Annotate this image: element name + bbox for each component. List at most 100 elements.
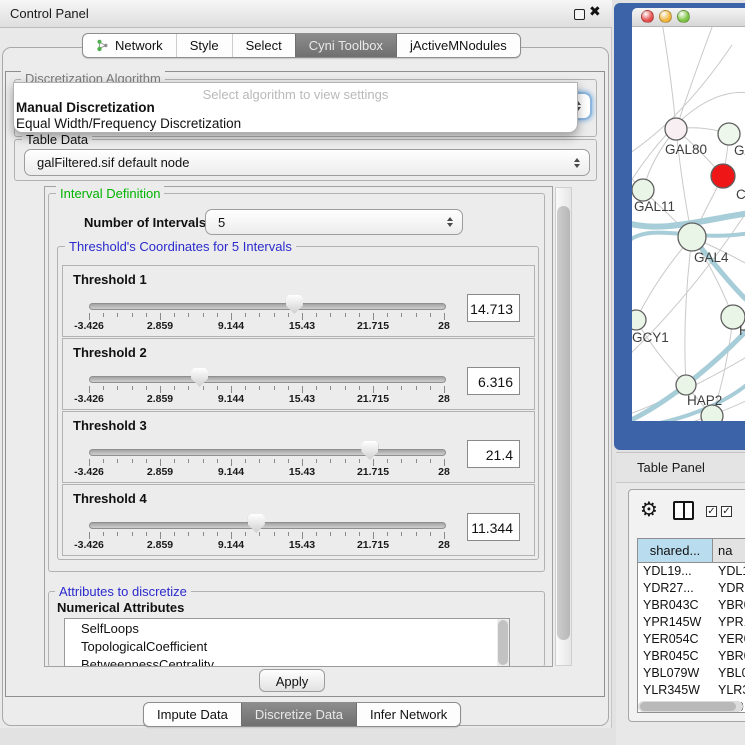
cell-shared-name: YBR043C (643, 598, 699, 612)
algorithm-dropdown-popup: Select algorithm to view settings Manual… (13, 82, 578, 133)
tick-label: -3.426 (61, 393, 117, 405)
network-canvas[interactable]: GAL80GACGAL11GAL4GCY1HHAP2 (632, 27, 745, 421)
tab-style[interactable]: Style (176, 34, 232, 57)
tab-select[interactable]: Select (232, 34, 295, 57)
threshold-value-input[interactable]: 14.713 (467, 294, 520, 322)
slider-tick (387, 532, 388, 536)
table-row[interactable]: YDL19...YDL1 (638, 563, 745, 580)
table-row[interactable]: YBL079WYBL0 (638, 665, 745, 682)
network-node[interactable] (718, 123, 740, 145)
horizontal-scrollbar-thumb[interactable] (640, 702, 736, 711)
tab-infer-network[interactable]: Infer Network (356, 703, 460, 726)
threshold-row: Threshold 2-3.4262.8599.14415.4321.71528… (62, 338, 535, 410)
algorithm-option[interactable]: Equal Width/Frequency Discretization (16, 116, 241, 131)
slider-tick (359, 459, 360, 463)
vertical-scrollbar-thumb[interactable] (557, 206, 570, 640)
slider-tick (330, 386, 331, 390)
screenshot-root: Control Panel ✖ NetworkStyleSelectCyni T… (0, 0, 745, 745)
threshold-value-input[interactable]: 21.4 (467, 440, 520, 468)
attribute-list-item[interactable]: SelfLoops (81, 621, 139, 636)
threshold-value-input[interactable]: 11.344 (467, 513, 520, 541)
network-node[interactable] (632, 179, 654, 201)
numerical-attributes-list[interactable]: SelfLoops TopologicalCoefficient Betweenne… (64, 618, 510, 667)
checkbox-icon[interactable]: ✓ (706, 506, 717, 517)
apply-button[interactable]: Apply (259, 669, 325, 692)
tab-network[interactable]: Network (83, 34, 176, 57)
cell-shared-name: YLR345W (643, 683, 700, 697)
tab-cyni-toolbox[interactable]: Cyni Toolbox (295, 34, 396, 57)
table-row[interactable]: YER054CYER0 (638, 631, 745, 648)
slider-track[interactable] (89, 449, 446, 456)
attribute-list-item[interactable]: TopologicalCoefficient (81, 639, 207, 654)
slider-tick (132, 386, 133, 390)
network-node-label: H (739, 323, 745, 338)
table-row[interactable]: YLR345WYLR3 (638, 682, 745, 699)
slider-handle[interactable] (361, 441, 378, 460)
slider-tick (259, 313, 260, 317)
list-scrollbar-thumb[interactable] (498, 620, 508, 665)
split-columns-icon[interactable] (673, 501, 694, 520)
slider-tick (430, 386, 431, 390)
slider-handle[interactable] (248, 514, 265, 533)
network-node[interactable] (701, 405, 723, 421)
table-row[interactable]: YBR045CYBR0 (638, 648, 745, 665)
slider-track[interactable] (89, 522, 446, 529)
slider-tick (132, 459, 133, 463)
network-node-label: C (736, 187, 745, 202)
float-window-icon[interactable] (574, 9, 585, 20)
table-row[interactable]: YBR043CYBR0 (638, 597, 745, 614)
slider-tick (117, 459, 118, 463)
network-node[interactable] (676, 375, 696, 395)
cell-shared-name: YBR045C (643, 649, 699, 663)
slider-tick (203, 459, 204, 463)
tick-label: 2.859 (132, 393, 188, 405)
gear-icon[interactable]: ⚙ (640, 497, 658, 521)
close-icon[interactable]: ✖ (589, 4, 601, 20)
slider-tick (288, 459, 289, 463)
network-node[interactable] (711, 164, 735, 188)
slider-tick (160, 386, 161, 393)
threshold-value-input[interactable]: 6.316 (467, 367, 520, 395)
table-data-combobox[interactable]: galFiltered.sif default node (24, 149, 590, 176)
network-node[interactable] (678, 223, 706, 251)
slider-tick (345, 459, 346, 463)
num-intervals-combobox[interactable]: 5 (205, 209, 463, 235)
slider-track[interactable] (89, 303, 446, 310)
slider-tick (430, 459, 431, 463)
cell-name: YER0 (718, 632, 745, 646)
zoom-traffic-light[interactable] (677, 10, 690, 23)
network-graph: GAL80GACGAL11GAL4GCY1HHAP2 (632, 27, 745, 421)
close-traffic-light[interactable] (641, 10, 654, 23)
slider-tick (387, 313, 388, 317)
tab-impute-data[interactable]: Impute Data (144, 703, 241, 726)
algorithm-option[interactable]: Manual Discretization (16, 100, 155, 115)
slider-tick (302, 386, 303, 393)
tab-jactivemnodules[interactable]: jActiveMNodules (396, 34, 520, 57)
slider-tick (174, 459, 175, 463)
slider-handle[interactable] (191, 368, 208, 387)
tick-label: 21.715 (345, 539, 401, 551)
slider-tick (274, 459, 275, 463)
slider-tick (330, 459, 331, 463)
slider-tick (416, 532, 417, 536)
slider-tick (444, 532, 445, 539)
slider-track[interactable] (89, 376, 446, 383)
minimize-traffic-light[interactable] (659, 10, 672, 23)
tick-label: 28 (416, 320, 472, 332)
slider-tick (359, 532, 360, 536)
column-header-name[interactable]: na (712, 539, 745, 563)
column-header-shared-name[interactable]: shared... (638, 539, 712, 563)
slider-tick (103, 386, 104, 390)
tab-discretize-data[interactable]: Discretize Data (241, 703, 356, 726)
attribute-list-item[interactable]: BetweennessCentrality (81, 657, 214, 667)
table-row[interactable]: YDR27...YDR2 (638, 580, 745, 597)
slider-handle[interactable] (286, 295, 303, 314)
slider-tick (217, 386, 218, 390)
network-node[interactable] (632, 310, 646, 330)
table-row[interactable]: YPR145WYPR1 (638, 614, 745, 631)
slider-tick (89, 313, 90, 320)
network-node[interactable] (665, 118, 687, 140)
checkbox-icon[interactable]: ✓ (721, 506, 732, 517)
tick-label: 2.859 (132, 539, 188, 551)
slider-tick (416, 313, 417, 317)
